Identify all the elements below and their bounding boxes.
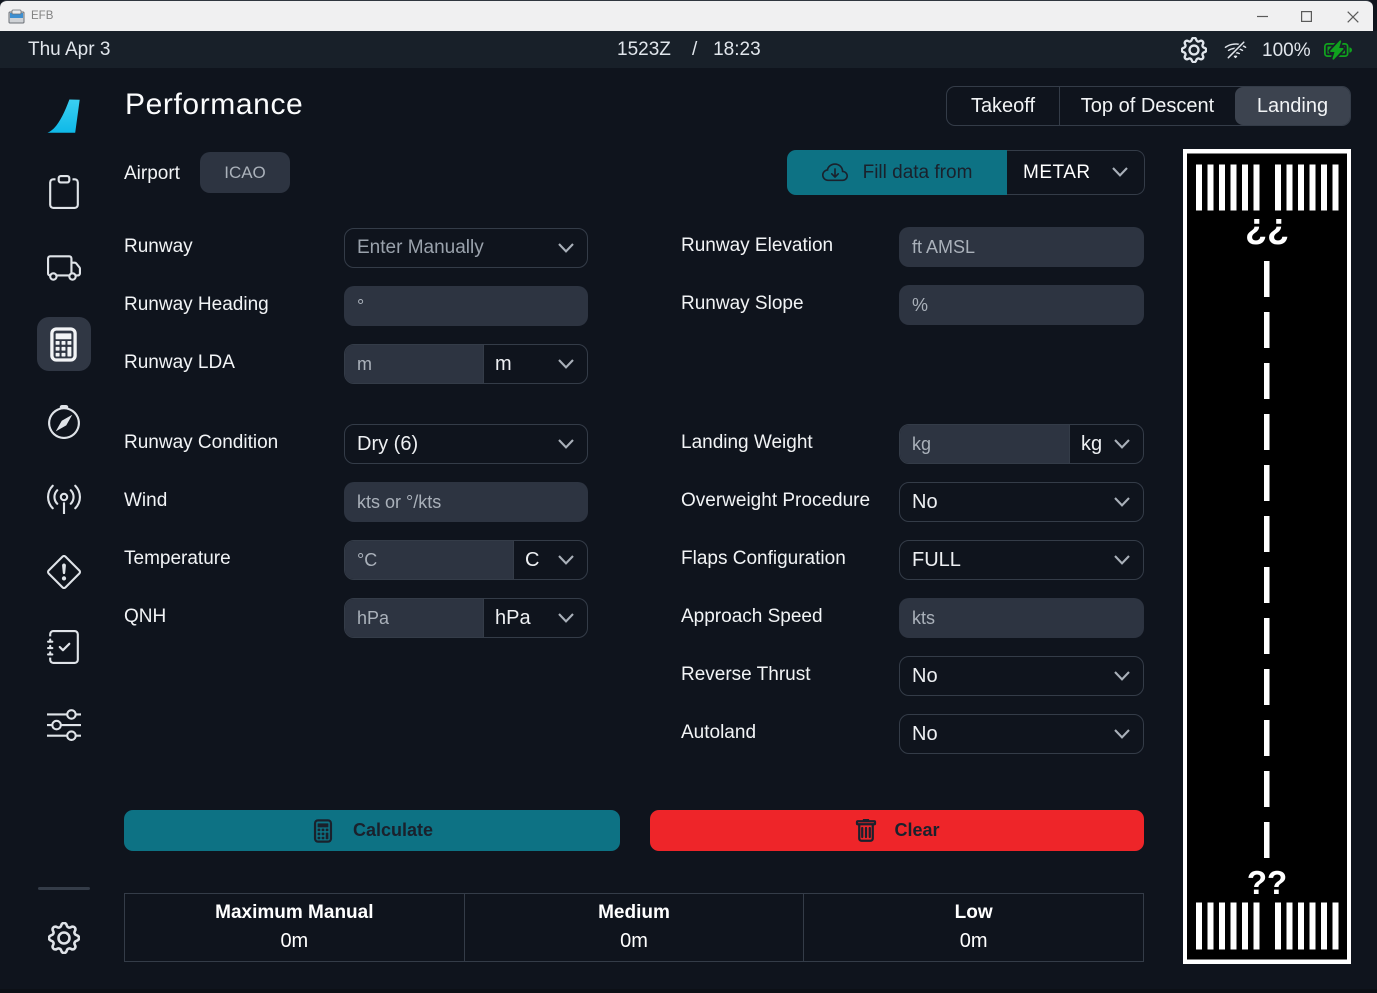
svg-text:??: ?? xyxy=(1247,864,1287,901)
svg-text:??: ?? xyxy=(1245,211,1289,252)
